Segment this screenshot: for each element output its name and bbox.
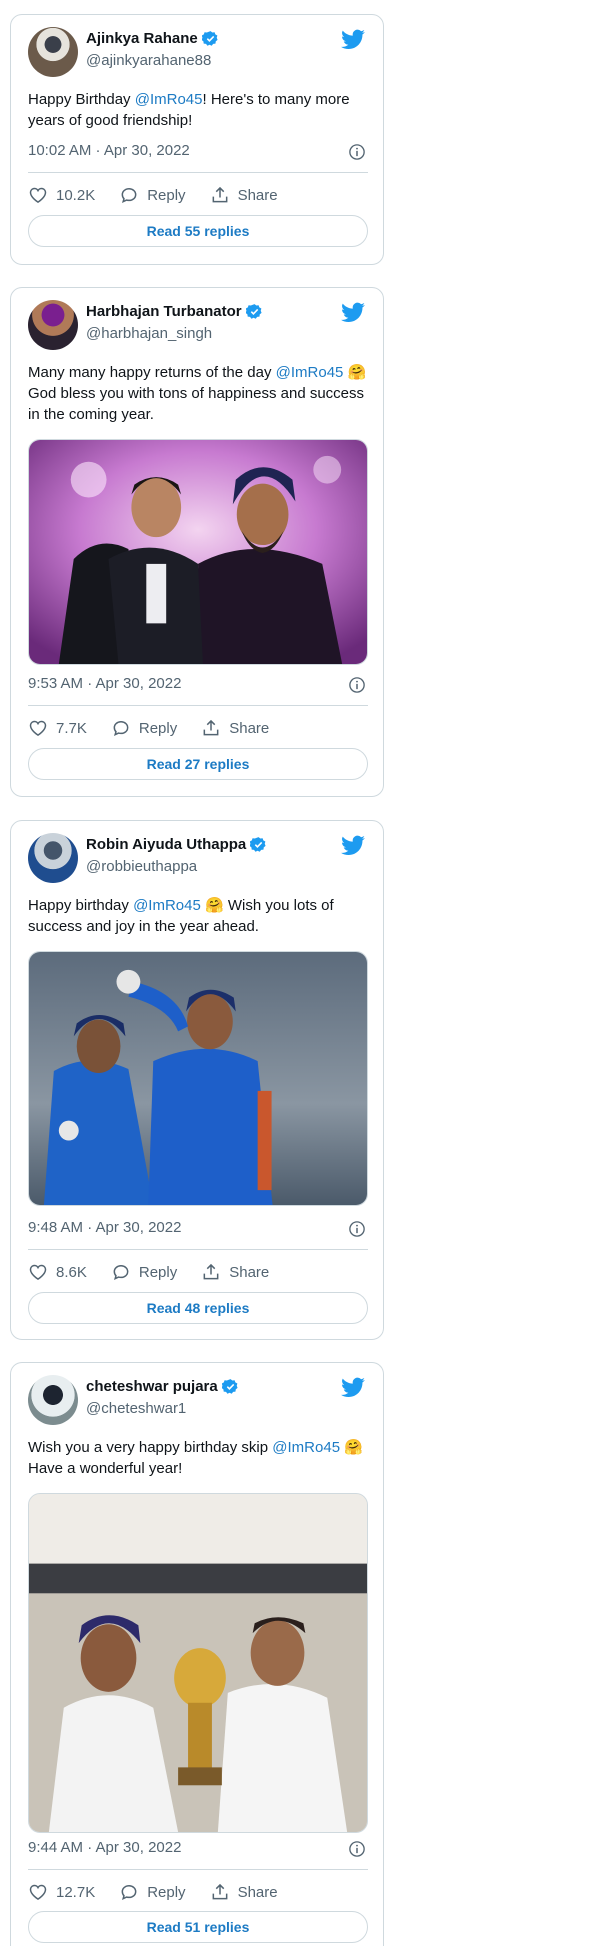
tweet-card: Ajinkya Rahane @ajinkyarahane88 Happy Bi… [10, 14, 384, 265]
verified-badge-icon [245, 304, 262, 319]
like-button[interactable]: 12.7K [28, 1882, 95, 1902]
reply-bubble-icon [113, 1264, 129, 1281]
mention-link[interactable]: @ImRo45 [133, 897, 201, 914]
tweet-photo[interactable] [28, 951, 368, 1206]
tweet-header: Robin Aiyuda Uthappa @robbieuthappa [28, 833, 366, 885]
tweet-card: cheteshwar pujara @cheteshwar1 Wish you … [10, 1362, 384, 1946]
user-handle[interactable]: @ajinkyarahane88 [86, 52, 211, 69]
reply-label: Reply [138, 719, 178, 737]
tweet-text-part: Many many happy returns of the day [28, 364, 276, 381]
heart-icon [29, 720, 47, 736]
twitter-bird-icon[interactable] [340, 833, 366, 859]
avatar[interactable] [28, 1375, 78, 1425]
like-button[interactable]: 8.6K [28, 1262, 87, 1282]
display-name[interactable]: Robin Aiyuda Uthappa [86, 836, 246, 853]
share-icon [212, 186, 227, 203]
tweet-photo[interactable] [28, 439, 368, 665]
display-name[interactable]: cheteshwar pujara [86, 1378, 218, 1395]
heart-icon [29, 1264, 47, 1280]
heart-icon [29, 1884, 47, 1900]
reply-bubble-icon [121, 187, 137, 204]
reply-label: Reply [147, 1883, 186, 1901]
info-icon[interactable] [348, 1840, 366, 1858]
mention-link[interactable]: @ImRo45 [135, 91, 203, 108]
user-handle[interactable]: @robbieuthappa [86, 858, 197, 875]
share-icon [212, 1883, 227, 1900]
like-count: 7.7K [56, 719, 87, 737]
info-icon[interactable] [348, 143, 366, 161]
verified-badge-icon [250, 837, 266, 852]
share-button[interactable]: Share [210, 1882, 278, 1902]
share-icon [203, 1263, 219, 1280]
tweet-text-part: Happy Birthday [28, 91, 135, 108]
share-label: Share [229, 1263, 270, 1281]
divider [28, 705, 368, 706]
tweet-header: Harbhajan Turbanator @harbhajan_singh [28, 300, 366, 352]
tweet-text-part: Happy birthday [28, 897, 134, 914]
reply-button[interactable]: Reply [111, 718, 177, 738]
reply-label: Reply [138, 1263, 178, 1281]
share-button[interactable]: Share [210, 185, 278, 205]
user-handle[interactable]: @cheteshwar1 [86, 1400, 186, 1417]
share-label: Share [229, 719, 270, 737]
like-count: 12.7K [56, 1883, 96, 1901]
reply-bubble-icon [121, 1884, 137, 1901]
tweet-timestamp[interactable]: 9:44 AM · Apr 30, 2022 [28, 1839, 181, 1856]
read-replies-button[interactable]: Read 27 replies [28, 748, 368, 780]
share-label: Share [237, 1883, 278, 1901]
divider [28, 1249, 368, 1250]
reply-bubble-icon [113, 720, 129, 737]
reply-button[interactable]: Reply [119, 1882, 186, 1902]
avatar[interactable] [28, 833, 78, 883]
display-name[interactable]: Ajinkya Rahane [86, 30, 198, 47]
divider [28, 172, 368, 173]
twitter-bird-icon[interactable] [340, 1375, 366, 1401]
like-button[interactable]: 7.7K [28, 718, 87, 738]
read-replies-button[interactable]: Read 51 replies [28, 1911, 368, 1943]
like-count: 10.2K [56, 186, 96, 204]
user-handle[interactable]: @harbhajan_singh [86, 325, 212, 342]
tweet-actions: 10.2K Reply Share [28, 183, 368, 207]
mention-link[interactable]: @ImRo45 [276, 364, 344, 381]
read-replies-button[interactable]: Read 55 replies [28, 215, 368, 247]
share-label: Share [237, 186, 278, 204]
like-button[interactable]: 10.2K [28, 185, 95, 205]
tweet-header: cheteshwar pujara @cheteshwar1 [28, 1375, 366, 1427]
reply-button[interactable]: Reply [119, 185, 186, 205]
mention-link[interactable]: @ImRo45 [272, 1439, 340, 1456]
tweet-header: Ajinkya Rahane @ajinkyarahane88 [28, 27, 366, 79]
tweet-text: Happy birthday @ImRo45 🤗 Wish you lots o… [28, 895, 368, 937]
tweet-actions: 7.7K Reply Share [28, 716, 368, 740]
tweet-text: Wish you a very happy birthday skip @ImR… [28, 1437, 368, 1479]
tweet-photo[interactable] [28, 1493, 368, 1833]
heart-icon [29, 187, 47, 203]
reply-button[interactable]: Reply [111, 1262, 177, 1282]
tweet-timestamp[interactable]: 10:02 AM · Apr 30, 2022 [28, 142, 190, 159]
avatar[interactable] [28, 27, 78, 77]
verified-badge-icon [201, 31, 218, 46]
share-icon [203, 719, 219, 736]
avatar[interactable] [28, 300, 78, 350]
like-count: 8.6K [56, 1263, 87, 1281]
share-button[interactable]: Share [201, 718, 269, 738]
read-replies-button[interactable]: Read 48 replies [28, 1292, 368, 1324]
tweet-card: Robin Aiyuda Uthappa @robbieuthappa Happ… [10, 820, 384, 1340]
twitter-bird-icon[interactable] [340, 27, 366, 53]
display-name[interactable]: Harbhajan Turbanator [86, 303, 242, 320]
tweet-timestamp[interactable]: 9:53 AM · Apr 30, 2022 [28, 675, 181, 692]
verified-badge-icon [221, 1379, 238, 1394]
tweet-text: Happy Birthday @ImRo45! Here's to many m… [28, 89, 368, 131]
twitter-bird-icon[interactable] [340, 300, 366, 326]
tweet-timestamp[interactable]: 9:48 AM · Apr 30, 2022 [28, 1219, 181, 1236]
tweet-text: Many many happy returns of the day @ImRo… [28, 362, 368, 425]
tweet-actions: 8.6K Reply Share [28, 1260, 368, 1284]
tweet-text-part: Wish you a very happy birthday skip [28, 1439, 273, 1456]
info-icon[interactable] [348, 676, 366, 694]
reply-label: Reply [147, 186, 186, 204]
tweet-card: Harbhajan Turbanator @harbhajan_singh Ma… [10, 287, 384, 797]
divider [28, 1869, 368, 1870]
info-icon[interactable] [348, 1220, 366, 1238]
share-button[interactable]: Share [201, 1262, 269, 1282]
tweet-actions: 12.7K Reply Share [28, 1880, 368, 1904]
